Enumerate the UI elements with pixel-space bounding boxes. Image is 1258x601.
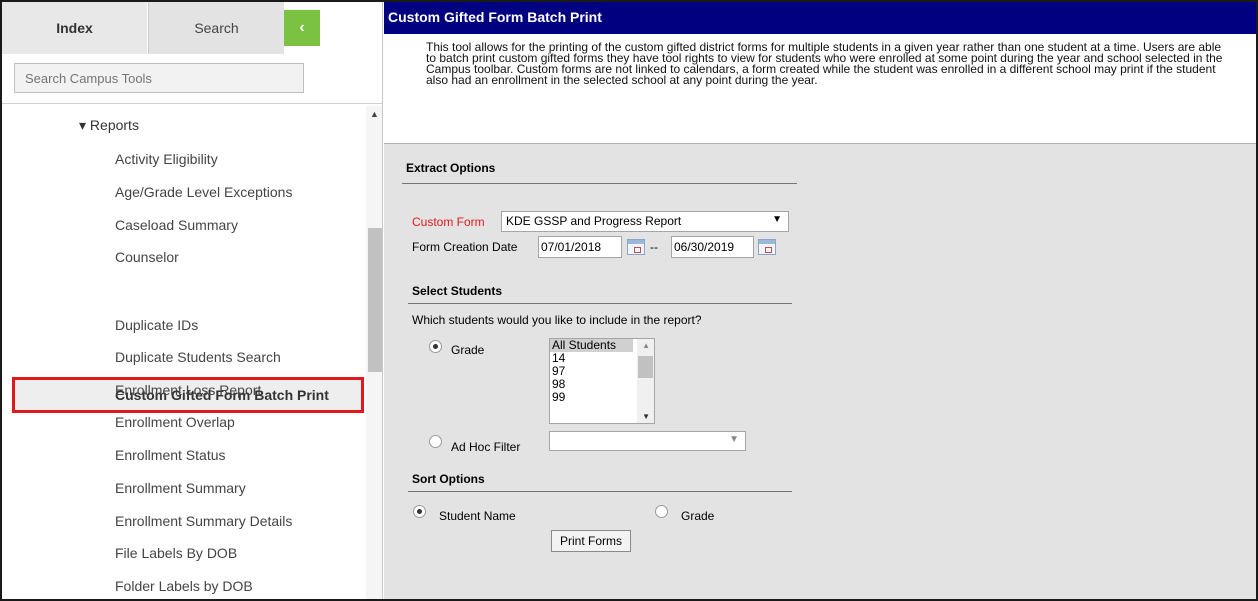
tool-description: This tool allows for the printing of the… <box>426 40 1223 87</box>
custom-form-selected-value: KDE GSSP and Progress Report <box>506 214 682 228</box>
dropdown-arrow-icon: ▼ <box>772 214 782 225</box>
grade-radio-label: Grade <box>451 343 485 357</box>
ad-hoc-filter-select[interactable]: ▼ <box>549 431 746 451</box>
tree-item[interactable]: Caseload Summary <box>115 217 238 233</box>
sort-grade-label: Grade <box>681 509 715 523</box>
sidebar-divider <box>2 103 382 104</box>
tree-item[interactable]: File Labels By DOB <box>115 545 237 561</box>
sidebar-scroll-thumb[interactable] <box>368 228 382 372</box>
section-divider <box>402 183 797 184</box>
collapse-sidebar-button[interactable]: ‹ <box>284 10 320 46</box>
scroll-down-arrow-icon[interactable]: ▼ <box>642 412 650 421</box>
sort-student-name-label: Student Name <box>439 509 516 523</box>
form-creation-date-label: Form Creation Date <box>412 240 518 254</box>
dropdown-arrow-icon: ▼ <box>729 434 739 445</box>
scroll-up-arrow-icon[interactable]: ▲ <box>366 106 382 122</box>
grade-listbox[interactable]: All Students 14 97 98 99 ▲ ▼ <box>549 338 655 424</box>
section-divider <box>408 491 792 492</box>
extract-options-heading: Extract Options <box>406 161 496 175</box>
calendar-icon[interactable] <box>627 239 645 255</box>
tab-spacer <box>322 2 382 54</box>
sidebar-tabs: Index Search ‹ <box>2 2 382 54</box>
tree-item[interactable]: Enrollment Summary Details <box>115 513 292 529</box>
tree-item[interactable]: Folder Labels by DOB <box>115 578 253 594</box>
ad-hoc-filter-radio[interactable] <box>429 435 442 448</box>
tree-item[interactable]: Age/Grade Level Exceptions <box>115 184 292 200</box>
grade-radio[interactable] <box>429 340 442 353</box>
date-range-separator: -- <box>650 240 658 254</box>
tab-index[interactable]: Index <box>2 2 147 54</box>
sort-student-name-radio[interactable] <box>413 505 426 518</box>
tree-item[interactable]: Enrollment Loss Report <box>115 382 261 398</box>
grade-listbox-scrollbar[interactable]: ▲ ▼ <box>637 339 654 423</box>
options-area: Extract Options Custom Form KDE GSSP and… <box>384 143 1256 599</box>
main-panel: Custom Gifted Form Batch Print This tool… <box>384 2 1256 599</box>
sort-options-heading: Sort Options <box>412 472 485 486</box>
tree-item[interactable]: Enrollment Summary <box>115 480 246 496</box>
calendar-icon[interactable] <box>758 239 776 255</box>
end-date-input[interactable]: 06/30/2019 <box>671 236 754 258</box>
select-students-question: Which students would you like to include… <box>412 313 702 327</box>
custom-form-label: Custom Form <box>412 215 485 229</box>
select-students-heading: Select Students <box>412 284 503 298</box>
print-forms-button[interactable]: Print Forms <box>551 530 632 552</box>
scroll-up-arrow-icon[interactable]: ▲ <box>642 341 650 350</box>
grade-listbox-scroll-thumb[interactable] <box>638 356 653 378</box>
tree-item[interactable]: Enrollment Overlap <box>115 414 235 430</box>
custom-form-select[interactable]: KDE GSSP and Progress Report ▼ <box>501 211 789 232</box>
tree-item[interactable]: Duplicate IDs <box>115 317 198 333</box>
tree-node-reports[interactable]: ▾ Reports <box>79 117 139 134</box>
section-divider <box>408 303 792 304</box>
ad-hoc-filter-label: Ad Hoc Filter <box>451 440 521 454</box>
start-date-input[interactable]: 07/01/2018 <box>538 236 622 258</box>
tree-item[interactable]: Activity Eligibility <box>115 151 218 167</box>
page-title: Custom Gifted Form Batch Print <box>384 2 1256 34</box>
tree-item[interactable]: Duplicate Students Search <box>115 349 281 365</box>
sidebar: Index Search ‹ ▾ Reports Activity Eligib… <box>2 2 383 599</box>
tree-item[interactable]: Enrollment Status <box>115 447 226 463</box>
tab-search[interactable]: Search <box>148 2 284 54</box>
chevron-left-icon: ‹ <box>299 19 305 36</box>
search-campus-tools-input[interactable] <box>14 63 304 93</box>
sort-grade-radio[interactable] <box>655 505 668 518</box>
tree-item[interactable]: Counselor <box>115 249 179 265</box>
